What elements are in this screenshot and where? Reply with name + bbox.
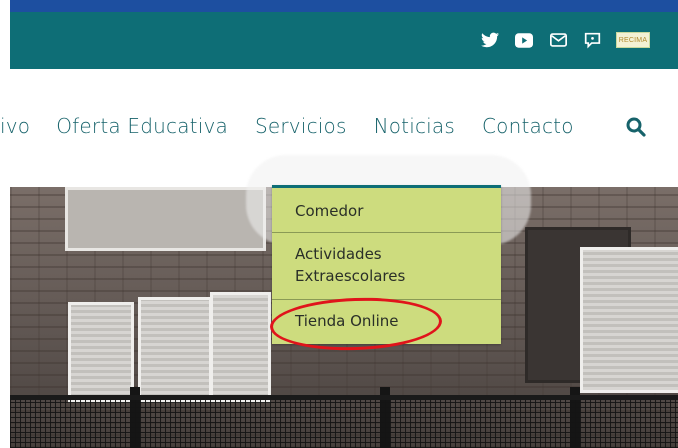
window-shutter xyxy=(580,247,678,393)
upper-window xyxy=(65,187,266,251)
search-icon[interactable] xyxy=(626,117,646,142)
nav-item-servicios[interactable]: Servicios xyxy=(255,114,347,138)
dropdown-item-line-2: Extraescolares xyxy=(295,267,406,285)
nav-item-contacto[interactable]: Contacto xyxy=(482,114,574,138)
dropdown-item-actividades-extraescolares[interactable]: Actividades Extraescolares xyxy=(272,243,501,287)
window-shutter xyxy=(68,302,134,403)
top-social-bar: RECIMA xyxy=(10,12,678,69)
metal-fence xyxy=(10,395,678,448)
top-accent-stripe xyxy=(10,0,678,12)
nav-menu: ivo Oferta Educativa Servicios Noticias … xyxy=(0,114,601,138)
chat-icon[interactable] xyxy=(582,30,602,50)
nav-item-clipped[interactable]: ivo xyxy=(0,114,30,138)
twitter-icon[interactable] xyxy=(480,30,500,50)
window-shutter xyxy=(210,292,271,403)
mail-icon[interactable] xyxy=(548,30,568,50)
dropdown-item-line-1: Actividades xyxy=(295,245,382,263)
dropdown-divider xyxy=(272,232,501,233)
nav-item-noticias[interactable]: Noticias xyxy=(374,114,455,138)
recima-logo[interactable]: RECIMA xyxy=(616,32,650,48)
youtube-icon[interactable] xyxy=(514,30,534,50)
nav-item-oferta-educativa[interactable]: Oferta Educativa xyxy=(56,114,228,138)
recima-logo-text: RECIMA xyxy=(618,36,648,44)
dropdown-item-comedor[interactable]: Comedor xyxy=(272,200,501,222)
social-links: RECIMA xyxy=(480,30,650,50)
window-shutter xyxy=(138,297,212,403)
